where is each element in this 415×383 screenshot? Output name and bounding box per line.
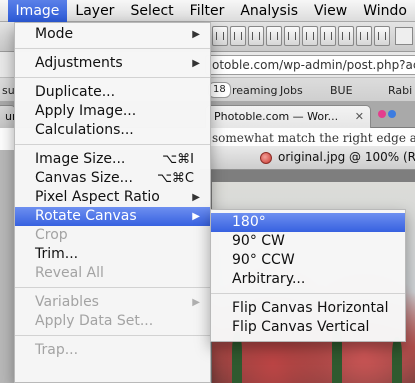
url-field[interactable]: otoble.com/wp-admin/post.php?ac [205, 55, 415, 75]
menu-separator [15, 48, 210, 49]
distribute-bottom-icon[interactable] [356, 26, 372, 46]
bookmark-item[interactable]: Jobs [280, 84, 303, 97]
flickr-icon [378, 110, 396, 118]
menu-item-rotate-canvas[interactable]: Rotate Canvas ▶ [15, 207, 210, 226]
menu-item-label: Flip Canvas Horizontal [232, 300, 389, 316]
menu-item-apply-image[interactable]: Apply Image... [15, 102, 210, 121]
align-bottom-icon[interactable] [248, 26, 264, 46]
menu-item-trap: Trap... [15, 341, 210, 360]
menu-item-label: Duplicate... [35, 84, 116, 100]
menu-item-flip-horizontal[interactable]: Flip Canvas Horizontal [211, 299, 405, 318]
menu-item-calculations[interactable]: Calculations... [15, 121, 210, 140]
menu-item-label: Apply Image... [35, 103, 137, 119]
submenu-arrow-icon: ▶ [192, 192, 200, 203]
menu-separator [211, 293, 405, 294]
menu-separator [15, 144, 210, 145]
bookmark-item[interactable]: BUE [330, 84, 353, 97]
shortcut-label: ⌥⌘C [156, 171, 194, 186]
menu-select[interactable]: Select [122, 0, 181, 22]
menu-window[interactable]: Windo [355, 0, 415, 22]
menu-bar: Image Layer Select Filter Analysis View … [0, 0, 415, 22]
rotate-canvas-submenu: 180° 90° CW 90° CCW Arbitrary... Flip Ca… [210, 209, 406, 342]
menu-item-pixel-aspect-ratio[interactable]: Pixel Aspect Ratio ▶ [15, 188, 210, 207]
menu-item-label: Rotate Canvas [35, 208, 137, 224]
menu-item-variables: Variables ▶ [15, 293, 210, 312]
document-titlebar: original.jpg @ 100% (R [200, 146, 415, 170]
menu-item-label: Image Size... [35, 151, 126, 167]
align-left-icon[interactable] [266, 26, 282, 46]
menu-image[interactable]: Image [7, 0, 68, 22]
align-top-icon[interactable] [212, 26, 228, 46]
menu-item-crop: Crop [15, 226, 210, 245]
menu-item-adjustments[interactable]: Adjustments ▶ [15, 54, 210, 73]
menu-item-mode[interactable]: Mode ▶ [15, 25, 210, 44]
close-icon[interactable] [260, 152, 272, 164]
distribute-left-icon[interactable] [374, 26, 390, 46]
menu-item-rotate-90-ccw[interactable]: 90° CCW [211, 251, 405, 270]
menu-filter[interactable]: Filter [182, 0, 233, 22]
menu-item-label: Apply Data Set... [35, 313, 154, 329]
menu-layer[interactable]: Layer [67, 0, 122, 22]
submenu-arrow-icon: ▶ [192, 58, 200, 69]
submenu-arrow-icon: ▶ [192, 29, 200, 40]
submenu-arrow-icon: ▶ [192, 211, 200, 222]
tab-label: Photoble.com — Wor... [214, 110, 339, 123]
distribute-top-icon[interactable] [320, 26, 336, 46]
menu-item-label: 180° [232, 214, 266, 230]
menu-item-label: Crop [35, 227, 68, 243]
distribute-center-icon[interactable] [338, 26, 354, 46]
menu-item-arbitrary[interactable]: Arbitrary... [211, 270, 405, 289]
menu-item-image-size[interactable]: Image Size... ⌥⌘I [15, 150, 210, 169]
menu-item-label: 90° CCW [232, 252, 295, 268]
bookmark-item[interactable]: reaming [232, 84, 278, 97]
menu-item-label: Arbitrary... [232, 271, 306, 287]
bookmark-badge[interactable]: 18 [208, 82, 231, 98]
image-menu-dropdown: Mode ▶ Adjustments ▶ Duplicate... Apply … [14, 22, 211, 383]
menu-item-label: Mode [35, 26, 74, 42]
bookmark-item[interactable]: su [2, 84, 15, 97]
menu-item-canvas-size[interactable]: Canvas Size... ⌥⌘C [15, 169, 210, 188]
shortcut-label: ⌥⌘I [162, 152, 194, 167]
menu-item-label: 90° CW [232, 233, 285, 249]
align-vcenter-icon[interactable] [230, 26, 246, 46]
menu-item-trim[interactable]: Trim... [15, 245, 210, 264]
menu-item-apply-data-set: Apply Data Set... [15, 312, 210, 331]
menubar-item-edge[interactable] [0, 0, 8, 22]
align-icons-group [212, 26, 390, 46]
menu-item-rotate-180[interactable]: 180° [211, 213, 405, 232]
align-hcenter-icon[interactable] [284, 26, 300, 46]
align-right-icon[interactable] [302, 26, 318, 46]
menu-item-label: Pixel Aspect Ratio [35, 189, 160, 205]
menu-view[interactable]: View [306, 0, 355, 22]
menu-separator [15, 335, 210, 336]
menu-item-label: Calculations... [35, 122, 134, 138]
menu-item-label: Variables [35, 294, 99, 310]
auto-align-icon[interactable] [395, 27, 413, 45]
menu-item-label: Canvas Size... [35, 170, 133, 186]
document-title: original.jpg @ 100% (R [278, 150, 415, 164]
menu-item-label: Flip Canvas Vertical [232, 319, 370, 335]
menu-separator [15, 287, 210, 288]
menu-item-reveal-all: Reveal All [15, 264, 210, 283]
menu-item-flip-vertical[interactable]: Flip Canvas Vertical [211, 318, 405, 337]
menu-item-duplicate[interactable]: Duplicate... [15, 83, 210, 102]
menu-item-label: Trim... [35, 246, 79, 262]
menu-item-label: Reveal All [35, 265, 104, 281]
menu-item-label: Adjustments [35, 55, 123, 71]
browser-tab-active[interactable]: Photoble.com — Wor... ✕ [205, 105, 371, 128]
menu-item-rotate-90-cw[interactable]: 90° CW [211, 232, 405, 251]
menu-separator [15, 77, 210, 78]
submenu-arrow-icon: ▶ [192, 297, 200, 308]
close-icon[interactable]: ✕ [355, 110, 364, 123]
menu-analysis[interactable]: Analysis [232, 0, 306, 22]
bookmark-item[interactable]: Rabi [388, 84, 412, 97]
menu-item-label: Trap... [35, 342, 79, 358]
